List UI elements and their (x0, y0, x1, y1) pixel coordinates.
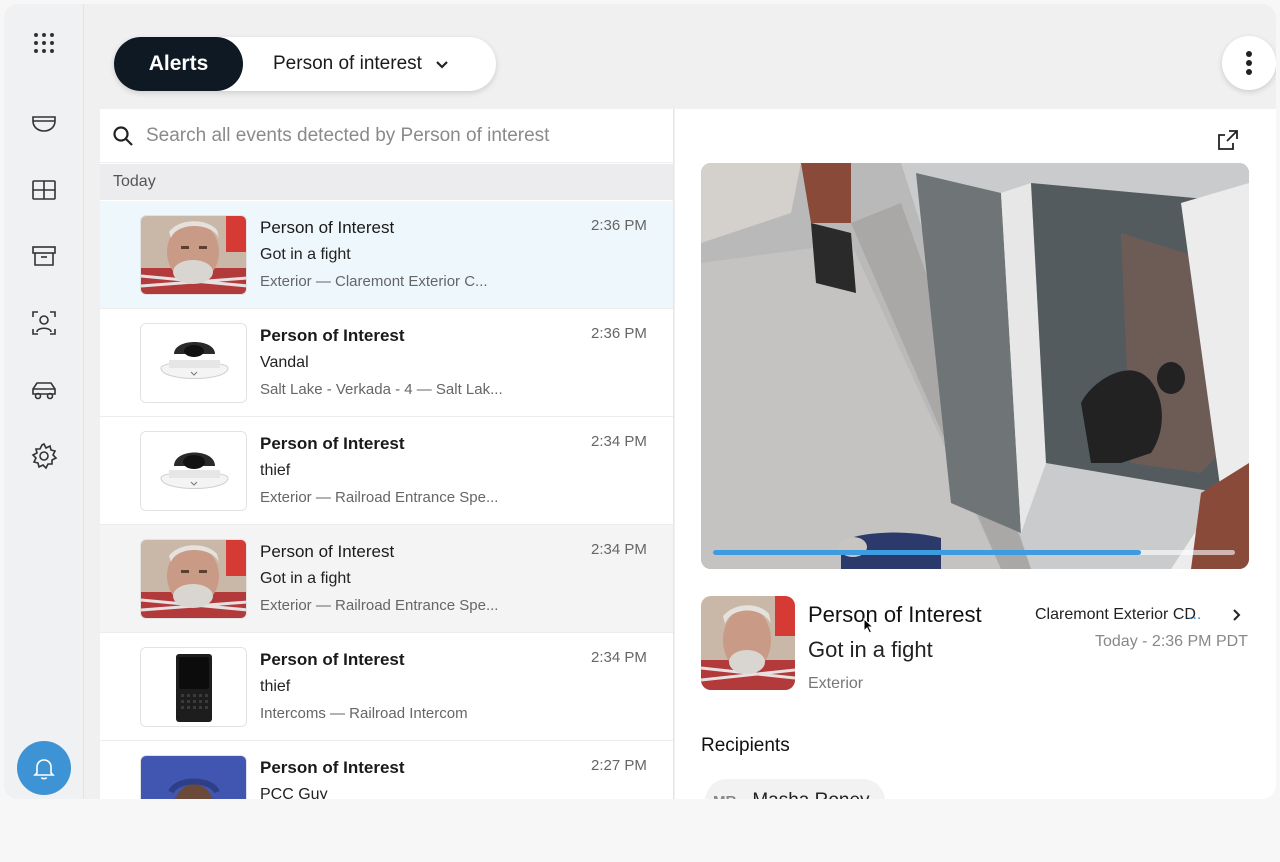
detail-location: Exterior (808, 675, 864, 692)
item-subtitle: PCC Guy (260, 786, 328, 799)
group-header-today: Today (100, 164, 673, 200)
chevron-down-icon (436, 61, 448, 69)
list-item[interactable]: Person of Interest Got in a fight Exteri… (100, 201, 673, 309)
item-title: Person of Interest (260, 326, 405, 345)
kebab-icon (1246, 51, 1252, 75)
item-title: Person of Interest (260, 542, 395, 561)
filter-label: Person of interest (273, 53, 422, 74)
list-item[interactable]: Person of Interest Got in a fight Exteri… (100, 525, 673, 633)
item-title: Person of Interest (260, 758, 405, 777)
item-title: Person of Interest (260, 218, 395, 237)
dome-camera-thumbnail (140, 431, 247, 511)
detail-face-thumbnail (701, 596, 795, 690)
detail-title: Person of Interest (808, 602, 982, 627)
apps-grid-icon[interactable] (24, 23, 64, 63)
item-time: 2:34 PM (591, 433, 647, 450)
item-time: 2:27 PM (591, 757, 647, 774)
list-item[interactable]: Person of Interest Vandal Salt Lake - Ve… (100, 309, 673, 417)
face-thumbnail (140, 539, 247, 619)
bell-icon (33, 759, 55, 780)
item-subtitle: thief (260, 462, 291, 479)
item-subtitle: Vandal (260, 354, 309, 371)
dome-camera-thumbnail (140, 323, 247, 403)
share-icon (1218, 130, 1238, 150)
filter-dropdown[interactable]: Person of interest (273, 37, 450, 91)
dome-camera-icon[interactable] (24, 103, 64, 143)
item-time: 2:34 PM (591, 541, 647, 558)
detail-timestamp: Today - 2:36 PM PDT (1095, 633, 1248, 650)
more-options-button[interactable] (1222, 36, 1276, 90)
item-location: Exterior — Railroad Entrance Spe... (260, 597, 499, 614)
recipients-heading: Recipients (701, 735, 790, 756)
item-location: Salt Lake - Verkada - 4 — Salt Lak... (260, 381, 503, 398)
left-rail (4, 4, 84, 799)
alert-detail-panel: Person of Interest Got in a fight Exteri… (675, 109, 1276, 799)
item-location: Exterior — Railroad Entrance Spe... (260, 489, 499, 506)
share-button[interactable] (1215, 127, 1243, 155)
item-subtitle: Got in a fight (260, 570, 351, 587)
detail-subtitle: Got in a fight (808, 637, 933, 662)
search-icon (113, 125, 133, 146)
archive-icon[interactable] (24, 236, 64, 276)
alerts-tab[interactable]: Alerts (114, 37, 243, 91)
grid-layout-icon[interactable] (24, 170, 64, 210)
chevron-right-icon[interactable] (1229, 608, 1243, 622)
search-input[interactable] (146, 124, 646, 147)
face-thumbnail (140, 215, 247, 295)
list-item[interactable]: Person of Interest thief Intercoms — Rai… (100, 633, 673, 741)
item-subtitle: Got in a fight (260, 246, 351, 263)
item-location: Intercoms — Railroad Intercom (260, 705, 468, 722)
list-item[interactable]: Person of Interest thief Exterior — Rail… (100, 417, 673, 525)
item-location: Exterior — Claremont Exterior C... (260, 273, 488, 290)
app-window: Alerts Person of interest Today (4, 4, 1276, 799)
intercom-thumbnail (140, 647, 247, 727)
mouse-cursor-icon (863, 618, 875, 634)
gear-icon[interactable] (24, 436, 64, 476)
search-bar (100, 109, 673, 163)
recipient-name: Masha Roney (752, 790, 869, 799)
detail-camera-ellipsis: ... (1188, 606, 1202, 623)
playback-progress-fill (713, 550, 1142, 555)
list-item[interactable]: Person of Interest PCC Guy 2:27 PM (100, 741, 673, 799)
person-of-interest-icon[interactable] (24, 303, 64, 343)
item-time: 2:36 PM (591, 325, 647, 342)
item-time: 2:36 PM (591, 217, 647, 234)
item-time: 2:34 PM (591, 649, 647, 666)
face-thumbnail (140, 755, 247, 799)
alert-list-panel: Today Person of Interest (100, 109, 674, 799)
vehicle-icon[interactable] (24, 370, 64, 410)
recipient-chip[interactable]: MR Masha Roney (705, 779, 885, 799)
alert-list: Person of Interest Got in a fight Exteri… (100, 201, 673, 799)
notifications-button[interactable] (17, 741, 71, 795)
item-title: Person of Interest (260, 434, 405, 453)
video-player[interactable] (701, 163, 1249, 569)
view-switcher: Alerts Person of interest (114, 37, 496, 91)
detail-camera-link[interactable]: Claremont Exterior CD (1035, 606, 1205, 624)
item-subtitle: thief (260, 678, 291, 695)
video-frame (701, 163, 1249, 569)
item-title: Person of Interest (260, 650, 405, 669)
recipient-initials: MR (713, 793, 736, 800)
playback-progress[interactable] (713, 550, 1235, 555)
